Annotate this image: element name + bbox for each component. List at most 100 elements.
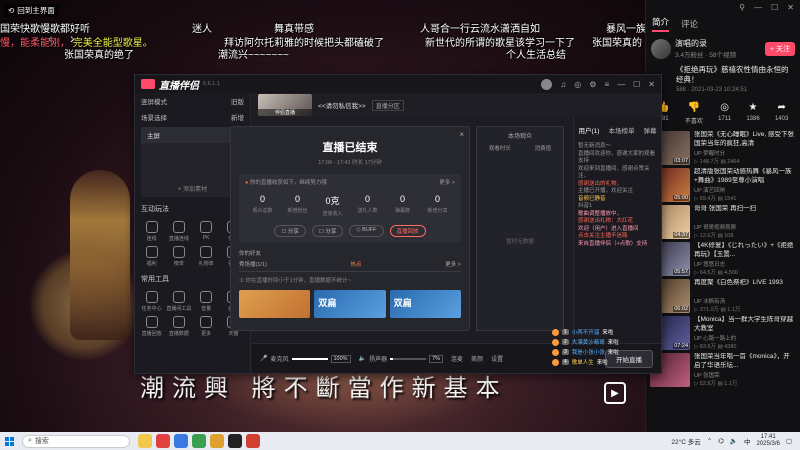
list-item[interactable]: 07:24 【Monica】当一群大学生陈哥穿越大教室 UP 心路一路上的 ▷ 83.… (650, 316, 796, 353)
avatar[interactable] (651, 38, 671, 59)
ad-banner[interactable] (239, 290, 311, 318)
tab-ranking[interactable]: 本场榜单 (608, 125, 634, 135)
list-item[interactable]: 05:57 【4K修复】《じれったい》+《拒绝再玩》【玉置... UP 悠悠日志 ▷ … (650, 242, 796, 279)
notification-icon[interactable]: ▢ (786, 437, 792, 445)
list-item[interactable]: 04:37 哥哥 张国荣 再扫一扫 UP 哥哥视频观察 ▷ 12.6万 ▤ 108 (650, 205, 796, 242)
video-side-panel: ⚲ — ☐ ✕ 简介 评论 演唱的录 3.4万粉丝 · 58个视频 + 关注 《… (645, 0, 800, 432)
speaker-icon[interactable]: 🔈 (359, 355, 366, 362)
wps-icon[interactable] (156, 434, 170, 448)
tab-spend[interactable]: 消费值 (535, 144, 552, 152)
tool-item[interactable]: 更多 (194, 316, 219, 337)
ad-banner[interactable]: 双扁 (314, 290, 386, 318)
settings-button[interactable]: 设置 (491, 354, 503, 363)
back-to-main-button[interactable]: ⟲ 回到主界面 (4, 4, 59, 17)
app-icon[interactable] (210, 434, 224, 448)
old-version-link[interactable]: 旧版 (231, 96, 244, 106)
tool-label: 直播连线 (168, 236, 189, 242)
favorite-button[interactable]: ★ 1386 (746, 101, 759, 125)
share-button[interactable]: ☐ 分享 (274, 225, 306, 237)
headset-icon[interactable]: ◎ (574, 80, 581, 89)
close-icon[interactable]: × (459, 130, 464, 139)
author-name[interactable]: 演唱的录 (675, 38, 736, 49)
start-button[interactable] (0, 432, 18, 450)
weather[interactable]: 22°C 多云 (671, 436, 700, 446)
maximize-icon[interactable]: ☐ (633, 80, 640, 89)
file-explorer-icon[interactable] (138, 434, 152, 448)
speaker-percent[interactable]: 7% (429, 354, 444, 363)
close-icon[interactable]: ✕ (787, 3, 794, 12)
share-button[interactable]: ☐ 分享 (311, 225, 344, 237)
stats-more-link[interactable]: 更多 > (439, 178, 455, 186)
ime-icon[interactable]: 中 (744, 436, 751, 446)
scene-item[interactable]: 主屏 (141, 127, 244, 143)
tab-comments[interactable]: 评论 (681, 18, 698, 30)
taskbar-search[interactable]: ⌕ 搜索 (22, 434, 130, 448)
gift-user-name[interactable]: 小两不开溜 (572, 328, 600, 336)
maximize-icon[interactable]: ☐ (771, 3, 778, 12)
tool-item[interactable]: 直播数据 (166, 316, 191, 337)
tool-item[interactable]: 榜单 (166, 246, 191, 267)
settings-icon[interactable]: ⚙ (589, 80, 596, 89)
mic-percent[interactable]: 100% (330, 354, 351, 363)
tool-item[interactable]: 直播回放 (139, 316, 164, 337)
friends-more-link[interactable]: 更多 > (445, 260, 461, 268)
add-scene-button[interactable]: 新增 (231, 112, 244, 122)
add-material-button[interactable]: + 添加素材 (141, 184, 244, 193)
gift-user-name[interactable]: 大漠黄沙都哥 (572, 338, 605, 346)
dislike-button[interactable]: 👎 不喜欢 (685, 101, 703, 126)
chrome-icon[interactable] (192, 434, 206, 448)
tool-item[interactable]: 音量 (194, 291, 219, 312)
friends-label: 你的好友 (239, 251, 262, 257)
network-icon[interactable]: ⌬ (718, 437, 724, 445)
minimize-icon[interactable]: — (617, 80, 625, 89)
coin-button[interactable]: ◎ 1711 (718, 101, 731, 125)
browser-icon[interactable] (174, 434, 188, 448)
mode-select[interactable]: 竖屏模式 (141, 96, 167, 106)
speaker-slider[interactable] (390, 357, 427, 360)
share-button[interactable]: ➦ 1403 (775, 101, 788, 125)
list-item-title: 哥哥 张国荣 再扫一扫 (694, 205, 757, 212)
gift-user-name[interactable]: 我是小张小张 (572, 348, 605, 356)
pin-icon[interactable]: ⚲ (739, 3, 745, 12)
tab-watch-time[interactable]: 观看时长 (489, 144, 511, 152)
list-item[interactable]: 张国荣当年唱一首《monica》，开启了华语乐坛... UP 张国荣 ▷ 52.9万… (650, 353, 796, 390)
close-icon[interactable]: ✕ (648, 80, 655, 89)
app-icon[interactable] (246, 434, 260, 448)
minimize-icon[interactable]: — (754, 3, 762, 12)
tab-danmu[interactable]: 弹幕 (643, 125, 656, 135)
mic-slider[interactable] (291, 357, 328, 360)
connect-button[interactable]: 连麦 (451, 354, 463, 363)
tab-users[interactable]: 用户(1) (579, 125, 600, 135)
mic-icon[interactable]: 🎤 (260, 355, 267, 362)
share-button[interactable]: 直播回放 (389, 225, 426, 237)
chevron-up-icon[interactable]: ⌃ (707, 437, 712, 445)
friends-tab-show[interactable]: 秀场播(1/1) (239, 260, 267, 268)
list-item[interactable]: 06:02 再度聚《白色祭祀》LIVE 1993 UP 冰枫有汤 ▷ 371.0万 ▤… (650, 279, 796, 316)
bell-icon[interactable]: ♫ (560, 80, 566, 89)
tool-item[interactable]: 福利 (139, 246, 164, 267)
list-item[interactable]: 03:07 张国荣《无心睡眠》Live, 感受下张国荣当年的疯狂,高清 UP 梦醒时… (650, 131, 796, 168)
tool-item[interactable]: 任务中心 (139, 291, 164, 312)
follow-button[interactable]: + 关注 (764, 41, 795, 56)
tool-item[interactable]: 礼物单 (194, 246, 219, 267)
tab-intro[interactable]: 简介 (652, 16, 670, 32)
beauty-button[interactable]: 美颜 (471, 354, 483, 363)
friends-tab-hot[interactable]: 热点 (351, 260, 362, 268)
room-category[interactable]: 直播分区 (371, 99, 404, 111)
play-icon[interactable]: ▶ (604, 382, 626, 404)
ad-banner[interactable]: 双扁 (389, 290, 461, 318)
share-button[interactable]: ◇ BUFF (349, 225, 384, 237)
room-title[interactable]: <<请勿私信我>> (318, 100, 366, 110)
volume-icon[interactable]: 🔈 (730, 437, 738, 445)
tool-item[interactable]: 连线 (139, 221, 164, 242)
tool-item[interactable]: 直播连线 (166, 221, 191, 242)
list-item[interactable]: 05:00 超清版张国荣动感热舞《暴风一族+舞曲》1989至尊小演唱 UP 演艺回响… (650, 168, 796, 205)
tool-item[interactable]: 直播间工具 (166, 291, 191, 312)
clock[interactable]: 17:41 2025/3/6 (756, 434, 779, 448)
menu-icon[interactable]: ≡ (604, 80, 609, 89)
room-cover[interactable]: 伴侣直播 (258, 94, 312, 116)
gift-user-name[interactable]: 歌单人生 (572, 358, 594, 366)
studio-app-icon[interactable] (228, 434, 242, 448)
tool-item[interactable]: PK (194, 221, 219, 242)
avatar[interactable] (541, 78, 553, 90)
